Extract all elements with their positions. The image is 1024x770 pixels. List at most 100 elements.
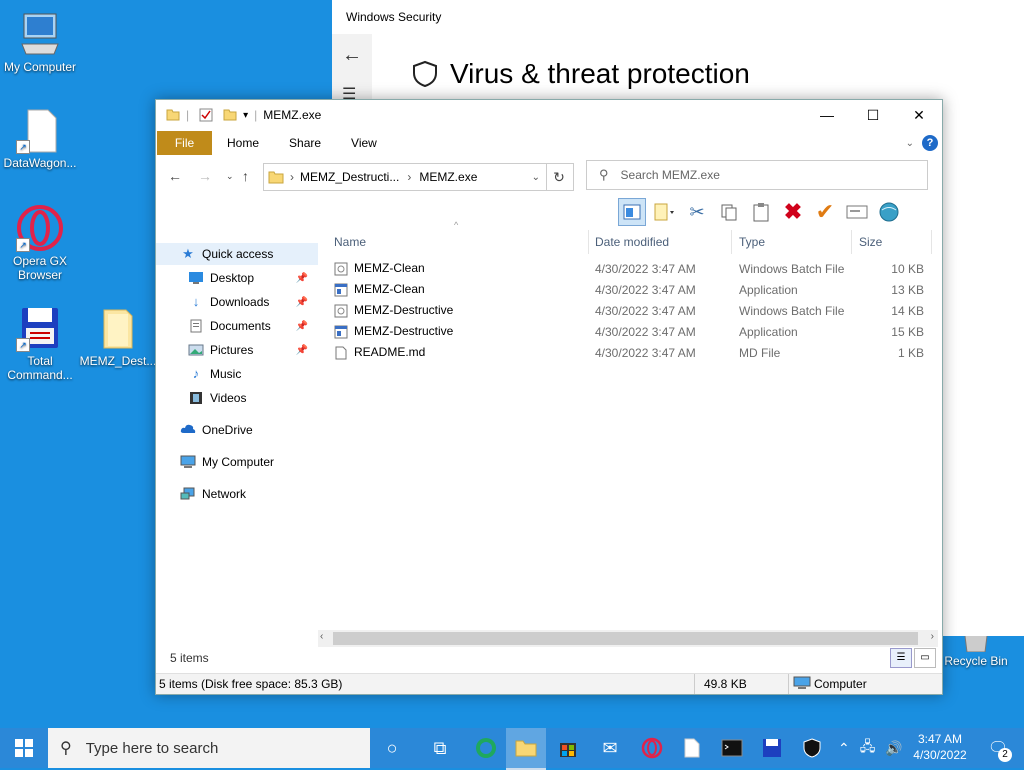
mail-icon[interactable]: ✉ (590, 728, 630, 768)
desktop-icon-datawagon[interactable]: ↗ DataWagon... (0, 106, 80, 170)
edge-browser-icon[interactable] (466, 728, 506, 768)
file-explorer-taskbar-icon[interactable] (506, 728, 546, 770)
chevron-up-icon[interactable]: ⌃ (838, 740, 850, 757)
sidebar-item-onedrive[interactable]: OneDrive (180, 419, 316, 441)
column-header-date[interactable]: Date modified (595, 228, 669, 256)
horizontal-scrollbar[interactable]: ‹ › (318, 630, 938, 647)
folder-icon (166, 109, 180, 121)
new-folder-icon[interactable] (223, 108, 237, 122)
breadcrumb-item[interactable]: MEMZ_Destructi... (300, 170, 399, 184)
cortana-icon[interactable]: ○ (372, 728, 412, 768)
column-divider[interactable] (731, 230, 732, 254)
clock[interactable]: 3:47 AM 4/30/2022 (905, 731, 975, 763)
pin-icon[interactable]: 📌 (296, 345, 308, 356)
search-input[interactable]: ⚲ Search MEMZ.exe (586, 160, 928, 190)
pin-icon[interactable]: 📌 (296, 273, 308, 284)
tab-share[interactable]: Share (274, 131, 336, 155)
scroll-right-icon[interactable]: › (931, 631, 934, 642)
refresh-button[interactable]: ↻ (545, 163, 574, 191)
store-icon[interactable] (548, 728, 588, 768)
status-location: Computer (814, 677, 867, 691)
up-button[interactable]: ↑ (242, 168, 249, 184)
breadcrumb-item[interactable]: MEMZ.exe (419, 170, 477, 184)
maximize-button[interactable]: ☐ (850, 100, 896, 130)
column-header-type[interactable]: Type (739, 228, 765, 256)
sidebar-item-quick-access[interactable]: ★ Quick access (156, 243, 318, 265)
large-icons-view-icon[interactable]: ▭ (914, 648, 936, 668)
page-title-text: Virus & threat protection (450, 58, 750, 89)
sidebar-item-documents[interactable]: Documents 📌 (188, 315, 316, 337)
minimize-button[interactable]: — (804, 100, 850, 130)
tab-home[interactable]: Home (212, 131, 274, 155)
recent-locations-icon[interactable]: ⌄ (226, 171, 234, 182)
help-icon[interactable]: ? (922, 135, 938, 151)
desktop-icon-opera-gx[interactable]: ↗ Opera GX Browser (0, 204, 80, 282)
desktop-icon-label: Recycle Bin (944, 654, 1008, 668)
task-view-icon[interactable]: ⧉ (420, 728, 460, 768)
desktop-icon-memz-folder[interactable]: MEMZ_Dest... (78, 304, 158, 368)
opera-gx-icon[interactable] (632, 728, 672, 768)
globe-icon[interactable] (876, 199, 902, 225)
status-size: 49.8 KB (704, 677, 747, 691)
taskbar-search-input[interactable]: ⚲ Type here to search (48, 728, 370, 768)
customize-dropdown-icon[interactable]: ▾ (243, 110, 248, 121)
desktop-icon-my-computer[interactable]: My Computer (0, 10, 80, 74)
paste-icon[interactable] (748, 199, 774, 225)
copy-icon[interactable] (716, 199, 742, 225)
address-dropdown-icon[interactable]: ⌄ (532, 172, 540, 183)
table-row[interactable]: MEMZ-Destructive 4/30/2022 3:47 AM Windo… (326, 300, 932, 321)
rename-icon[interactable] (844, 199, 870, 225)
forward-button[interactable]: → (198, 168, 212, 184)
sidebar-item-label: Music (210, 367, 242, 381)
windows-security-shield-icon[interactable] (792, 728, 832, 768)
column-header-name[interactable]: Name (334, 228, 366, 256)
blank-document-icon[interactable] (672, 728, 712, 768)
table-row[interactable]: MEMZ-Clean 4/30/2022 3:47 AM Windows Bat… (326, 258, 932, 279)
folder-options-icon[interactable] (652, 199, 678, 225)
sidebar-item-my-computer[interactable]: My Computer (180, 451, 316, 473)
checkmark-icon[interactable]: ✔ (812, 199, 838, 225)
desktop-icon-total-commander[interactable]: ↗ Total Command... (0, 304, 80, 382)
delete-icon[interactable]: ✖ (780, 199, 806, 225)
column-divider[interactable] (851, 230, 852, 254)
sidebar-item-music[interactable]: ♪ Music (188, 363, 316, 385)
sidebar-item-pictures[interactable]: Pictures 📌 (188, 339, 316, 361)
sidebar-item-desktop[interactable]: Desktop 📌 (188, 267, 316, 289)
expand-ribbon-icon[interactable]: ⌄ (906, 138, 914, 149)
file-name: MEMZ-Destructive (354, 324, 454, 339)
column-divider[interactable] (931, 230, 932, 254)
pin-icon[interactable]: 📌 (296, 321, 308, 332)
command-prompt-icon[interactable] (712, 728, 752, 768)
sidebar-item-downloads[interactable]: ↓ Downloads 📌 (188, 291, 316, 313)
total-commander-icon[interactable] (752, 728, 792, 768)
table-row[interactable]: MEMZ-Destructive 4/30/2022 3:47 AM Appli… (326, 321, 932, 342)
properties-icon[interactable] (199, 108, 213, 122)
address-bar[interactable]: › MEMZ_Destructi... › MEMZ.exe ⌄ (263, 163, 547, 191)
file-name-cell: MEMZ-Destructive (334, 303, 453, 318)
scrollbar-thumb[interactable] (333, 632, 918, 645)
notifications-button[interactable]: 🗨 2 (978, 728, 1018, 768)
search-placeholder: Type here to search (85, 739, 219, 757)
divider (788, 674, 789, 694)
column-header-size[interactable]: Size (859, 228, 882, 256)
column-divider[interactable] (588, 230, 589, 254)
extra-toolbar: ✂ ✖ ✔ (618, 198, 902, 226)
close-button[interactable]: ✕ (896, 100, 942, 130)
table-row[interactable]: MEMZ-Clean 4/30/2022 3:47 AM Application… (326, 279, 932, 300)
tab-view[interactable]: View (336, 131, 392, 155)
pin-icon[interactable]: 📌 (296, 297, 308, 308)
scroll-left-icon[interactable]: ‹ (320, 631, 323, 642)
volume-icon[interactable]: 🔊 (885, 740, 902, 757)
network-icon[interactable]: 🖧 (860, 736, 876, 760)
details-view-icon[interactable]: ☰ (890, 648, 912, 668)
table-row[interactable]: README.md 4/30/2022 3:47 AM MD File 1 KB (326, 342, 932, 363)
sidebar-item-network[interactable]: Network (180, 483, 316, 505)
back-button[interactable]: ← (168, 168, 182, 184)
cut-icon[interactable]: ✂ (684, 199, 710, 225)
sidebar-item-videos[interactable]: Videos (188, 387, 316, 409)
tab-file[interactable]: File (157, 131, 212, 155)
start-button[interactable] (0, 728, 48, 768)
preview-pane-icon[interactable] (618, 198, 646, 226)
back-arrow-icon[interactable]: ← (342, 44, 362, 67)
file-type-cell: Application (739, 282, 798, 297)
